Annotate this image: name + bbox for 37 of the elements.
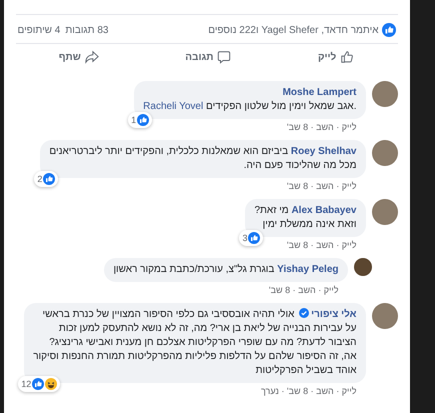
verified-badge-icon (299, 308, 310, 318)
reaction-count-badge[interactable]: 3 (239, 230, 264, 246)
tagged-name-link[interactable]: Racheli Yovel (143, 101, 204, 112)
comment-actions-text[interactable]: לייק · השב · 8 שב' (278, 178, 366, 192)
avatar-placeholder[interactable] (372, 303, 398, 329)
avatar-placeholder[interactable] (372, 199, 398, 225)
shares-count[interactable]: 4 שיתופים (18, 24, 60, 36)
comment-text: אלי ציפורי אולי תהיה אובססיבי גם כלפי הסיפור המצויין של כנרת בראשי על עבירות הבנייה של ליאת בן ארי? מה, זה לא נושא להתעסק למען זכות הציבור לדעת? מה עם שופרי הפרקליטות אצלכם חן מענית ואבישי גרינציג? אה, זה הסיפור שלהם על הדלפות פליליות מהפרקליטות תמורת החנפות וסיקור אוהד בשביל הפרקליטות (33, 308, 356, 378)
reaction-count-badge[interactable]: 1 (128, 112, 152, 128)
comment-actions-text[interactable]: לייק · השב · 8 שב' (278, 119, 366, 133)
reaction-count-badge[interactable]: 2 (34, 171, 58, 187)
laughing-face-icon (45, 378, 58, 390)
like-button[interactable]: לייק (298, 47, 374, 67)
likers-text[interactable]: איתמר חדאד, Yagel Shefer ו222 נוספים (208, 24, 378, 36)
share-button[interactable]: שתף (38, 47, 119, 67)
author-name[interactable]: Yishay Peleg (277, 264, 338, 275)
comment-button[interactable]: תגובה (165, 47, 252, 67)
share-arrow-icon (84, 50, 99, 64)
avatar-placeholder[interactable] (372, 81, 398, 107)
author-name[interactable]: אלי ציפורי (311, 309, 356, 320)
author-name[interactable]: Alex Babayev (291, 205, 356, 216)
avatar-placeholder[interactable] (354, 258, 372, 276)
author-name[interactable]: Roey Shelhav (290, 146, 356, 157)
author-name[interactable]: Moshe Lampert (282, 86, 356, 100)
avatar-placeholder[interactable] (372, 140, 398, 166)
speech-bubble-icon (217, 50, 232, 64)
like-icon (137, 114, 150, 126)
like-icon (382, 23, 396, 37)
like-icon (43, 173, 56, 185)
thumbs-up-icon (340, 50, 354, 64)
like-icon (32, 378, 44, 390)
like-icon (248, 232, 260, 244)
comment-actions-text[interactable]: לייק · השב · 8 שב' · נערך (252, 383, 366, 397)
comment-actions-text[interactable]: לייק · השב · 8 שב' (260, 282, 348, 296)
comments-count[interactable]: 83 תגובות (65, 24, 108, 36)
reaction-count-badge[interactable]: 12 (18, 376, 60, 392)
comment-actions-text[interactable]: לייק · השב · 8 שב' (278, 237, 366, 251)
